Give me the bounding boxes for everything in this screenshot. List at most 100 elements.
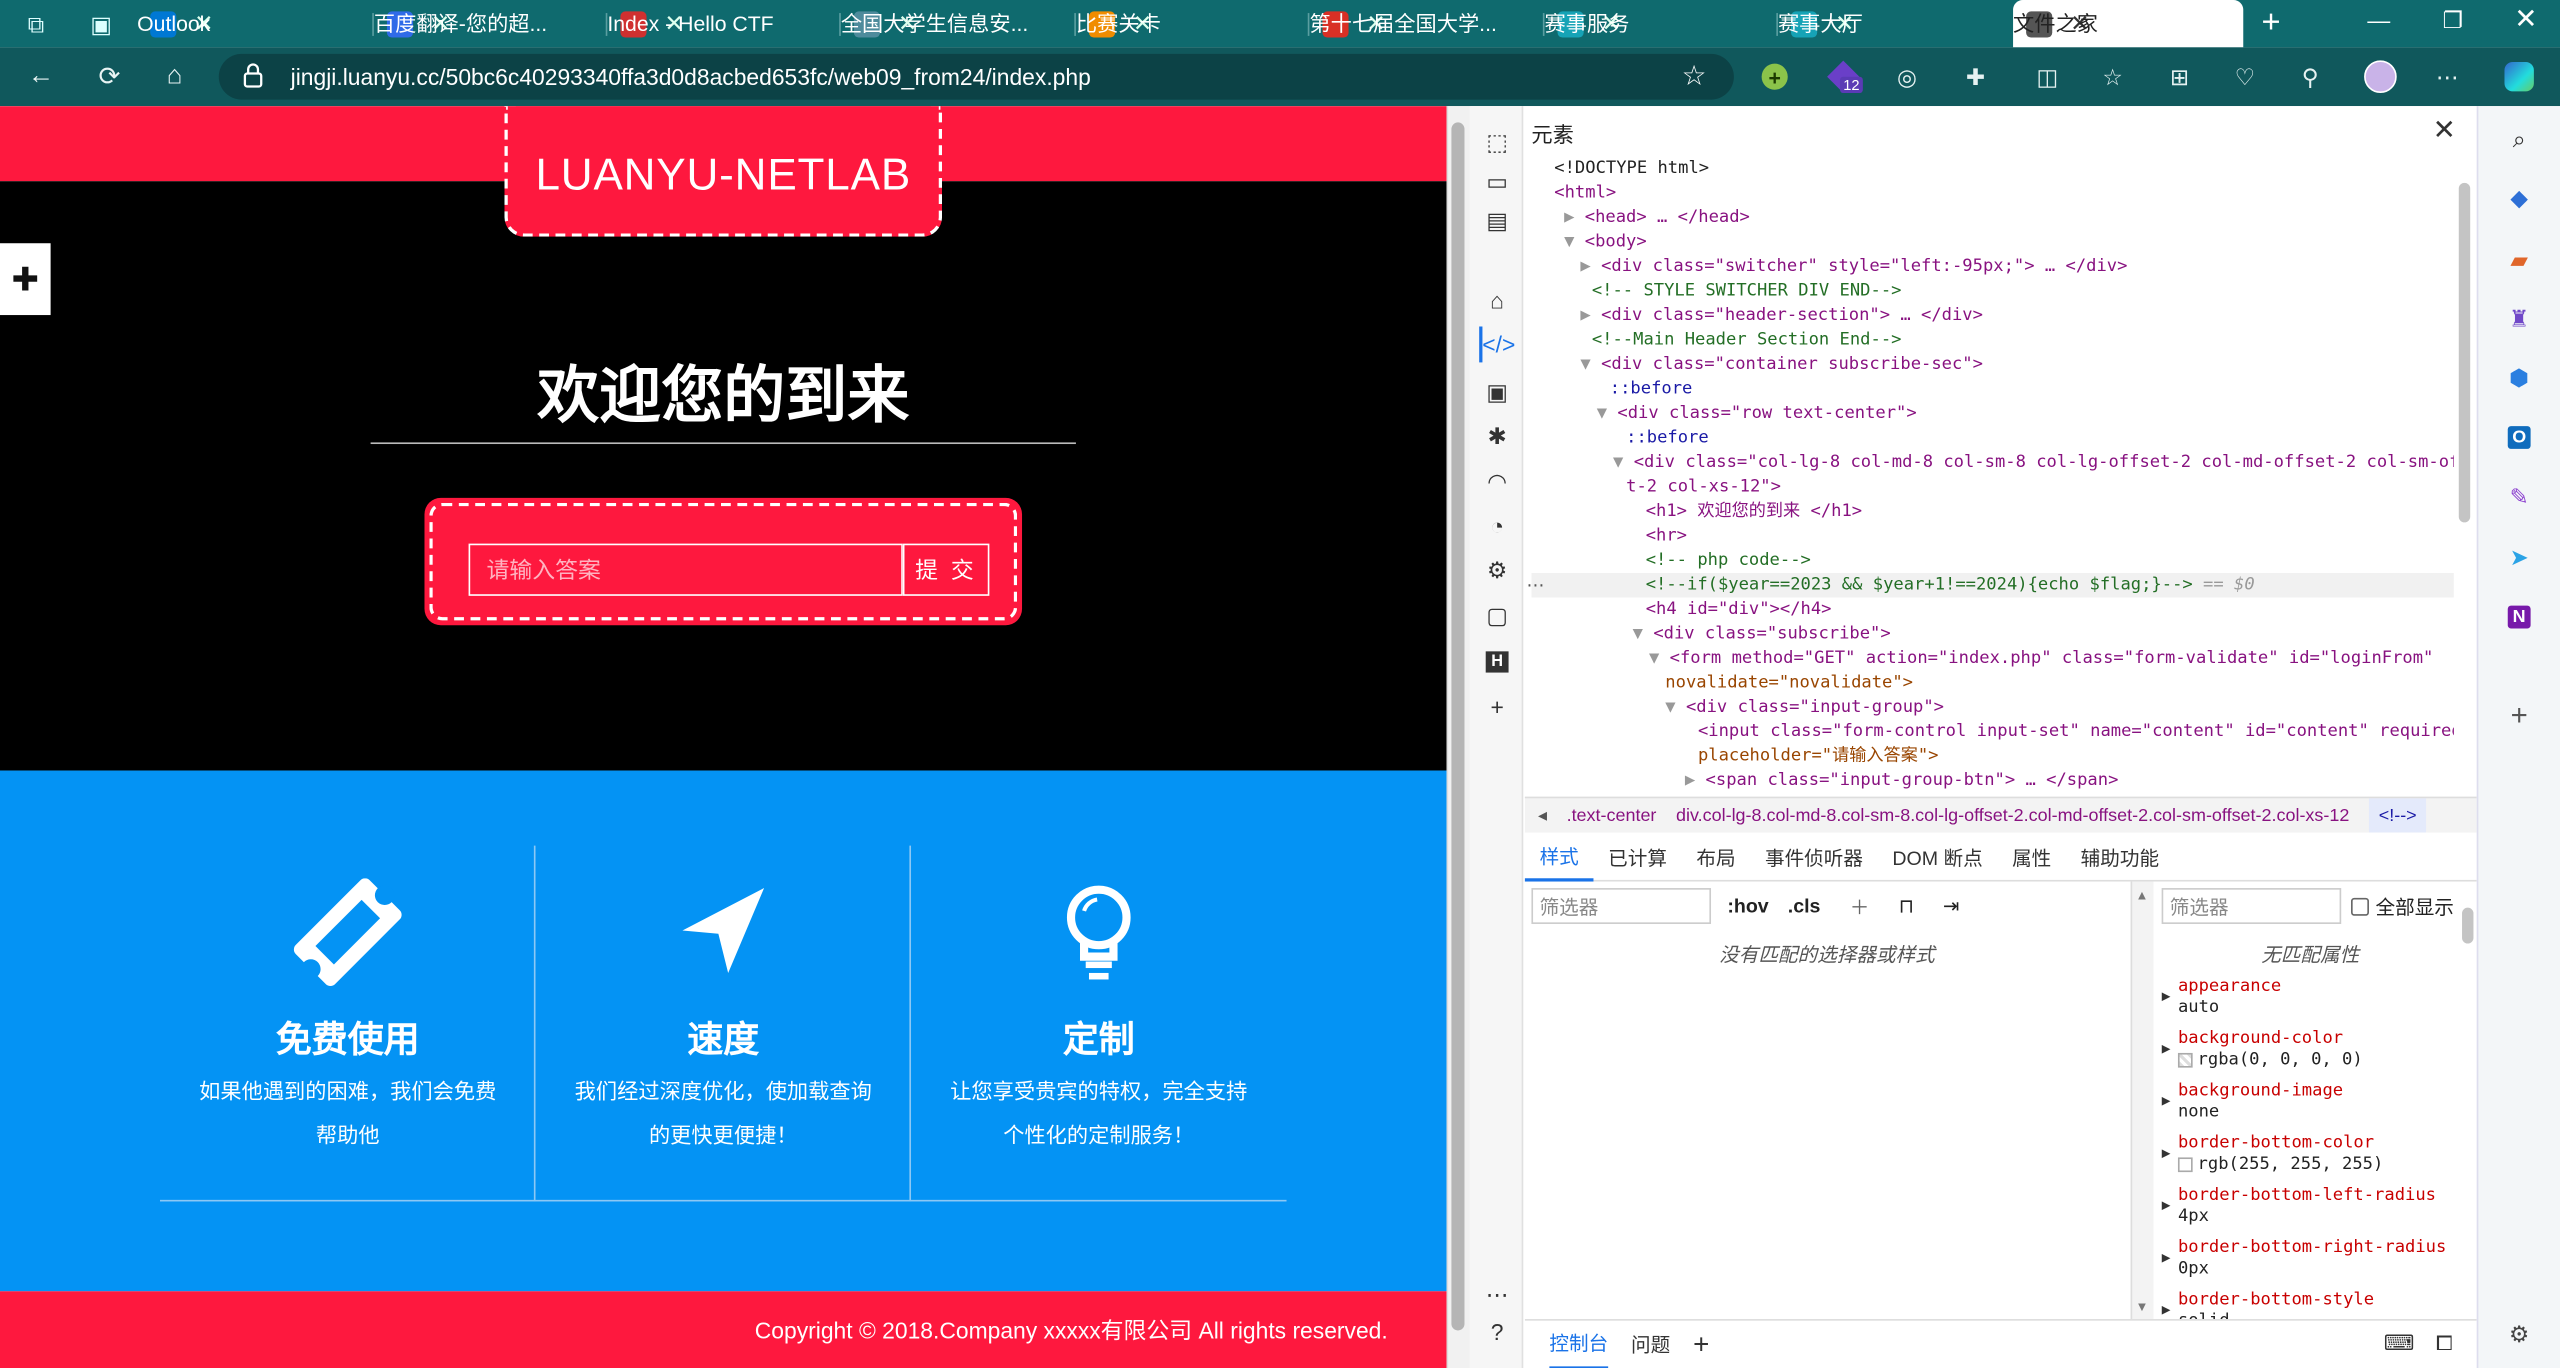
hov-button[interactable]: :hov: [1727, 888, 1768, 924]
dom-node[interactable]: ::before: [1626, 426, 1709, 450]
expanded-arrow-icon[interactable]: ▼: [1665, 697, 1675, 717]
dock-icon[interactable]: ▤: [1479, 202, 1515, 238]
restore-button[interactable]: ❐: [2442, 7, 2463, 35]
split-screen-icon[interactable]: ◫: [2029, 59, 2065, 95]
checkbox-icon[interactable]: [2351, 897, 2369, 915]
page-scrollbar-thumb[interactable]: [1451, 122, 1465, 1331]
welcome-home-icon[interactable]: ⌂: [1479, 282, 1515, 318]
profile-avatar[interactable]: [2362, 59, 2398, 95]
lock-icon[interactable]: [242, 62, 268, 91]
dom-node[interactable]: ▼ <div class="row text-center">: [1597, 402, 1917, 426]
share-icon[interactable]: ⚲: [2292, 59, 2328, 95]
tab-event-listeners[interactable]: 事件侦听器: [1750, 835, 1877, 881]
property-row[interactable]: ▶ border-bottom-left-radius 4px: [2162, 1185, 2461, 1237]
property-row[interactable]: ▶ appearance auto: [2162, 976, 2461, 1028]
reading-glasses-icon[interactable]: ◎: [1889, 59, 1925, 95]
elements-tab-icon[interactable]: </>: [1479, 326, 1515, 363]
styles-splitter[interactable]: [2130, 881, 2154, 1320]
property-row[interactable]: ▶ border-bottom-right-radius 0px: [2162, 1237, 2461, 1289]
sidebar-outlook-icon[interactable]: O: [2498, 416, 2540, 458]
vertical-tabs-icon[interactable]: ▣: [85, 8, 118, 41]
node-actions-icon[interactable]: ⋯: [1527, 575, 1545, 596]
dom-node[interactable]: ▼ <div class="input-group">: [1665, 695, 1944, 719]
expanded-arrow-icon[interactable]: ▼: [1633, 624, 1643, 644]
dock-side-icon[interactable]: ⧠: [2436, 1330, 2453, 1356]
expanded-arrow-icon[interactable]: ▼: [1597, 403, 1607, 423]
dom-node[interactable]: <!-- php code-->: [1646, 549, 1811, 573]
sidebar-tag-icon[interactable]: ◆: [2498, 176, 2540, 218]
sidebar-copilot-icon[interactable]: ⬢: [2498, 356, 2540, 398]
submit-button[interactable]: 提 交: [902, 543, 990, 596]
collapsed-arrow-icon[interactable]: ▶: [1685, 771, 1695, 791]
browser-essentials-icon[interactable]: ♡: [2227, 59, 2263, 95]
dom-node[interactable]: ::before: [1610, 377, 1693, 401]
sidebar-shopping-icon[interactable]: ▰: [2498, 238, 2540, 280]
sidebar-search-icon[interactable]: ⌕: [2498, 118, 2540, 160]
browser-tab[interactable]: 百度翻译-您的超... ✕: [374, 0, 604, 47]
sidebar-settings-icon[interactable]: ⚙: [2498, 1312, 2540, 1354]
minimize-button[interactable]: —: [2367, 7, 2390, 33]
dom-node[interactable]: ▼ <div class="col-lg-8 col-md-8 col-sm-8…: [1613, 451, 2454, 475]
console-icon[interactable]: ▣: [1479, 374, 1515, 410]
dom-node[interactable]: <html>: [1554, 181, 1616, 205]
dom-node[interactable]: ▼ <div class="subscribe">: [1633, 622, 1891, 646]
network-wifi-icon[interactable]: ◠: [1479, 464, 1515, 500]
tab-accessibility[interactable]: 辅助功能: [2066, 835, 2174, 881]
tab-layout[interactable]: 布局: [1682, 835, 1751, 881]
settings-gear-icon[interactable]: ⚙: [1479, 552, 1515, 588]
styles-filter-input[interactable]: 筛选器: [1531, 888, 1712, 924]
breadcrumb-item[interactable]: .text-center: [1567, 806, 1657, 826]
sidebar-games-icon[interactable]: ♜: [2498, 297, 2540, 339]
dom-node[interactable]: placeholder="请输入答案">: [1698, 744, 1939, 768]
expanded-arrow-icon[interactable]: ▼: [1649, 648, 1659, 668]
color-format-icon[interactable]: ⊓: [1899, 888, 1914, 924]
close-devtools-icon[interactable]: ✕: [2433, 114, 2456, 147]
dom-node[interactable]: <!--Main Header Section End-->: [1592, 328, 1902, 352]
sidebar-designer-icon[interactable]: ✎: [2498, 475, 2540, 517]
site-logo[interactable]: LUANYU-NETLAB: [504, 106, 943, 237]
dom-tree-scrollbar[interactable]: [2458, 182, 2471, 523]
dom-tree[interactable]: <!DOCTYPE html> <html> ▶ <head> … </head…: [1531, 157, 2454, 794]
toggle-sidebar-icon[interactable]: ⇥: [1943, 888, 1959, 924]
more-menu-icon[interactable]: ⋯: [2429, 59, 2465, 95]
new-tab-button[interactable]: +: [2253, 4, 2289, 41]
inspect-icon[interactable]: ⬚: [1479, 124, 1515, 160]
tab-console[interactable]: 控制台: [1549, 1319, 1609, 1368]
tab-properties[interactable]: 属性: [1997, 835, 2066, 881]
devtools-more-icon[interactable]: ⋯: [1479, 1277, 1515, 1313]
browser-tab[interactable]: 文件之家 ✕: [2013, 0, 2244, 48]
collapsed-arrow-icon[interactable]: ▶: [1564, 207, 1574, 227]
dom-node[interactable]: ▶ <head> … </head>: [1564, 206, 1750, 230]
property-row[interactable]: ▶ background-color rgba(0, 0, 0, 0): [2162, 1028, 2461, 1080]
property-row[interactable]: ▶border-bottom-stylesolid: [2162, 1290, 2461, 1319]
scroll-up-icon[interactable]: ▲: [2136, 888, 2149, 903]
dom-node[interactable]: ▶ <div class="header-section"> … </div>: [1580, 304, 1983, 328]
more-tools-icon[interactable]: +: [1479, 689, 1515, 725]
cls-button[interactable]: .cls: [1788, 888, 1821, 924]
breadcrumb-left-icon[interactable]: ◂: [1538, 805, 1547, 826]
browser-tab[interactable]: 赛事服务 ✕: [1544, 0, 1774, 47]
property-row[interactable]: ▶ background-image none: [2162, 1081, 2461, 1133]
show-all-checkbox[interactable]: 全部显示: [2351, 888, 2454, 924]
dom-node[interactable]: <h4 id="div"></h4>: [1646, 597, 1832, 621]
browser-tab[interactable]: Outlook ✕: [137, 0, 370, 47]
collapsed-arrow-icon[interactable]: ▶: [1580, 256, 1590, 276]
dom-node[interactable]: <hr>: [1646, 524, 1687, 548]
device-emulation-icon[interactable]: ▭: [1479, 163, 1515, 199]
new-rule-icon[interactable]: ＋: [1850, 888, 1870, 924]
copilot-icon[interactable]: [2498, 59, 2540, 95]
expanded-arrow-icon[interactable]: ▼: [1580, 354, 1590, 374]
browser-tab[interactable]: 第十七届全国大学... ✕: [1309, 0, 1541, 47]
expanded-arrow-icon[interactable]: ▼: [1564, 232, 1574, 252]
extensions-puzzle-icon[interactable]: ✚: [1958, 59, 1994, 95]
dom-node[interactable]: ▶ <span class="input-group-btn"> … </spa…: [1685, 769, 2119, 793]
sources-bug-icon[interactable]: ✱: [1479, 418, 1515, 454]
tab-styles[interactable]: 样式: [1524, 835, 1594, 881]
style-switcher-toggle[interactable]: ✚: [0, 243, 51, 316]
props-scrollbar[interactable]: [2462, 907, 2474, 944]
breadcrumb-item[interactable]: div.col-lg-8.col-md-8.col-sm-8.col-lg-of…: [1676, 806, 2349, 826]
tab-dom-breakpoints[interactable]: DOM 断点: [1878, 835, 1998, 881]
extension-badge-icon[interactable]: 12: [1825, 59, 1863, 95]
browser-tab[interactable]: 比赛关卡 ✕: [1076, 0, 1306, 47]
color-swatch[interactable]: [2177, 1052, 2193, 1067]
